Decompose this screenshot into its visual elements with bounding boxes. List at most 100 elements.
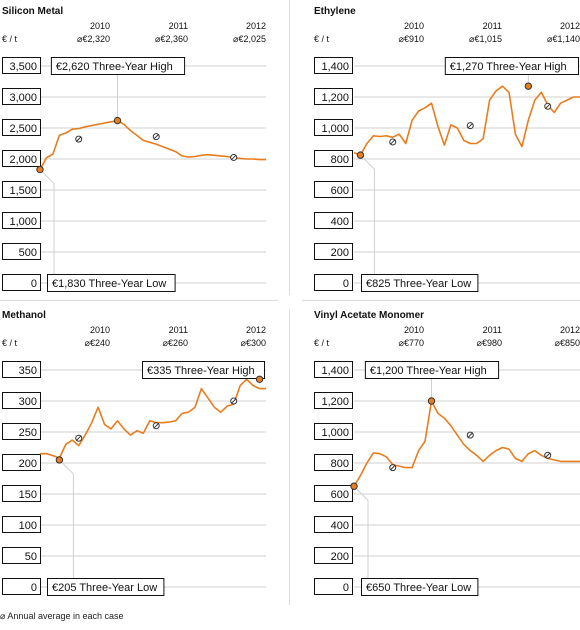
- year-label: 2012: [245, 21, 266, 31]
- y-tick-label: 400: [331, 520, 349, 532]
- annual-average-label: ⌀€2,025: [233, 34, 266, 44]
- y-tick-label: 2,000: [9, 154, 37, 166]
- low-label: €650 Three-Year Low: [366, 582, 471, 594]
- low-label: €1,830 Three-Year Low: [52, 278, 166, 290]
- y-tick-label: 200: [19, 458, 37, 470]
- low-label: €205 Three-Year Low: [52, 582, 157, 594]
- y-tick-label: 1,400: [321, 61, 349, 73]
- annual-average-marker: [466, 122, 474, 130]
- y-tick-label: 300: [19, 396, 37, 408]
- y-tick-label: 1,500: [9, 185, 37, 197]
- y-tick-label: 800: [331, 458, 349, 470]
- y-tick-label: 350: [19, 365, 37, 377]
- annual-average-label: ⌀€980: [476, 338, 502, 348]
- high-label: €1,270 Three-Year High: [450, 61, 567, 73]
- y-tick-label: 400: [331, 216, 349, 228]
- high-point-marker: [524, 82, 533, 90]
- y-tick-label: 100: [19, 520, 37, 532]
- annual-average-label: ⌀€240: [84, 338, 110, 348]
- year-label: 2010: [89, 325, 110, 335]
- annual-average-label: ⌀€910: [398, 34, 424, 44]
- series-line: [40, 378, 266, 459]
- year-label: 2012: [559, 325, 580, 335]
- year-label: 2012: [245, 325, 266, 335]
- year-label: 2012: [559, 21, 580, 31]
- y-tick-label: 150: [19, 489, 37, 501]
- chart-methanol: 0 50 100 150 200 250 300 350 €335 Three-Year Hig…: [2, 361, 266, 596]
- high-label: €335 Three-Year High: [147, 365, 255, 377]
- annual-average-label: ⌀€850: [554, 338, 580, 348]
- charts-svg: 05001,0001,5002,0002,5003,0003,500 €2,620…: [2, 57, 580, 596]
- y-tick-label: 3,000: [9, 92, 37, 104]
- y-tick-label: 0: [31, 582, 37, 594]
- annual-average-marker: [389, 138, 397, 146]
- y-tick-label: 0: [31, 278, 37, 290]
- year-label: 2011: [168, 325, 188, 335]
- high-label: €1,200 Three-Year High: [370, 365, 487, 377]
- annual-average-marker: [152, 133, 160, 141]
- annual-average-label: ⌀€2,320: [77, 34, 110, 44]
- y-tick-label: 800: [331, 154, 349, 166]
- annual-average-marker: [544, 451, 552, 459]
- annual-average-label: ⌀€2,360: [155, 34, 188, 44]
- y-tick-label: 2,500: [9, 123, 37, 135]
- y-tick-label: 600: [331, 489, 349, 501]
- annual-average-marker: [230, 397, 238, 405]
- low-point-marker: [356, 151, 365, 159]
- chart-vinyl-acetate-monomer: 0 200 400 600 800 1,000 1,200 1,400 €1,200 Three…: [314, 361, 580, 596]
- y-tick-label: 600: [331, 185, 349, 197]
- year-label: 2011: [482, 325, 502, 335]
- divider-horizontal-right: [302, 300, 580, 301]
- annual-average-label: ⌀€300: [240, 338, 266, 348]
- y-tick-label: 1,000: [9, 216, 37, 228]
- y-tick-label: 200: [331, 247, 349, 259]
- y-tick-label: 0: [343, 278, 349, 290]
- annual-average-label: ⌀€770: [398, 338, 424, 348]
- low-leader-line: [353, 485, 369, 578]
- chart-title-vinyl-acetate-monomer: Vinyl Acetate Monomer: [314, 310, 425, 321]
- year-label: 2011: [482, 21, 502, 31]
- annual-average-marker: [466, 431, 474, 439]
- low-leader-line: [39, 169, 55, 274]
- footnote: ⌀ Annual average in each case: [0, 611, 124, 621]
- low-point-marker: [350, 482, 358, 490]
- chart-silicon-metal: 0 500 1,000 1,500 2,000 2,500 3,000 3,500 €2,620…: [2, 57, 266, 292]
- y-tick-label: 1,200: [321, 92, 349, 104]
- high-point-marker: [427, 397, 436, 405]
- chart-title-ethylene: Ethylene: [314, 6, 356, 17]
- annual-average-label: ⌀€1,015: [469, 34, 502, 44]
- divider-vertical-bottom: [289, 310, 290, 605]
- chart-title-silicon-metal: Silicon Metal: [2, 6, 64, 17]
- y-tick-label: 1,400: [321, 365, 349, 377]
- series-line: [353, 400, 580, 487]
- y-tick-label: 500: [19, 247, 37, 259]
- annual-average-marker: [152, 422, 160, 430]
- year-label: 2010: [403, 21, 424, 31]
- y-tick-label: 0: [343, 582, 349, 594]
- annual-average-label: ⌀€260: [162, 338, 188, 348]
- annual-average-label: ⌀€1,140: [547, 34, 580, 44]
- year-label: 2010: [89, 21, 110, 31]
- y-tick-label: 250: [19, 427, 37, 439]
- year-label: 2010: [403, 325, 424, 335]
- unit-label: € / t: [2, 338, 18, 348]
- y-tick-label: 1,000: [321, 123, 349, 135]
- y-tick-label: 3,500: [9, 61, 37, 73]
- divider-horizontal-left: [0, 300, 278, 301]
- high-point-marker: [113, 116, 122, 125]
- y-tick-label: 1,200: [321, 396, 349, 408]
- y-tick-label: 50: [25, 551, 37, 563]
- unit-label: € / t: [314, 34, 330, 44]
- annual-average-marker: [75, 135, 83, 143]
- chart-title-methanol: Methanol: [2, 310, 46, 321]
- low-point-marker: [55, 456, 64, 464]
- unit-label: € / t: [2, 34, 18, 44]
- annual-average-marker: [389, 464, 397, 472]
- annual-average-marker: [544, 102, 552, 110]
- divider-vertical-top: [289, 0, 290, 295]
- low-label: €825 Three-Year Low: [366, 278, 471, 290]
- annual-average-marker: [75, 434, 83, 442]
- high-label: €2,620 Three-Year High: [56, 61, 173, 73]
- annual-average-marker: [230, 153, 238, 161]
- chart-ethylene: 0 200 400 600 800 1,000 1,200 1,400 €1,270 Three…: [314, 57, 580, 292]
